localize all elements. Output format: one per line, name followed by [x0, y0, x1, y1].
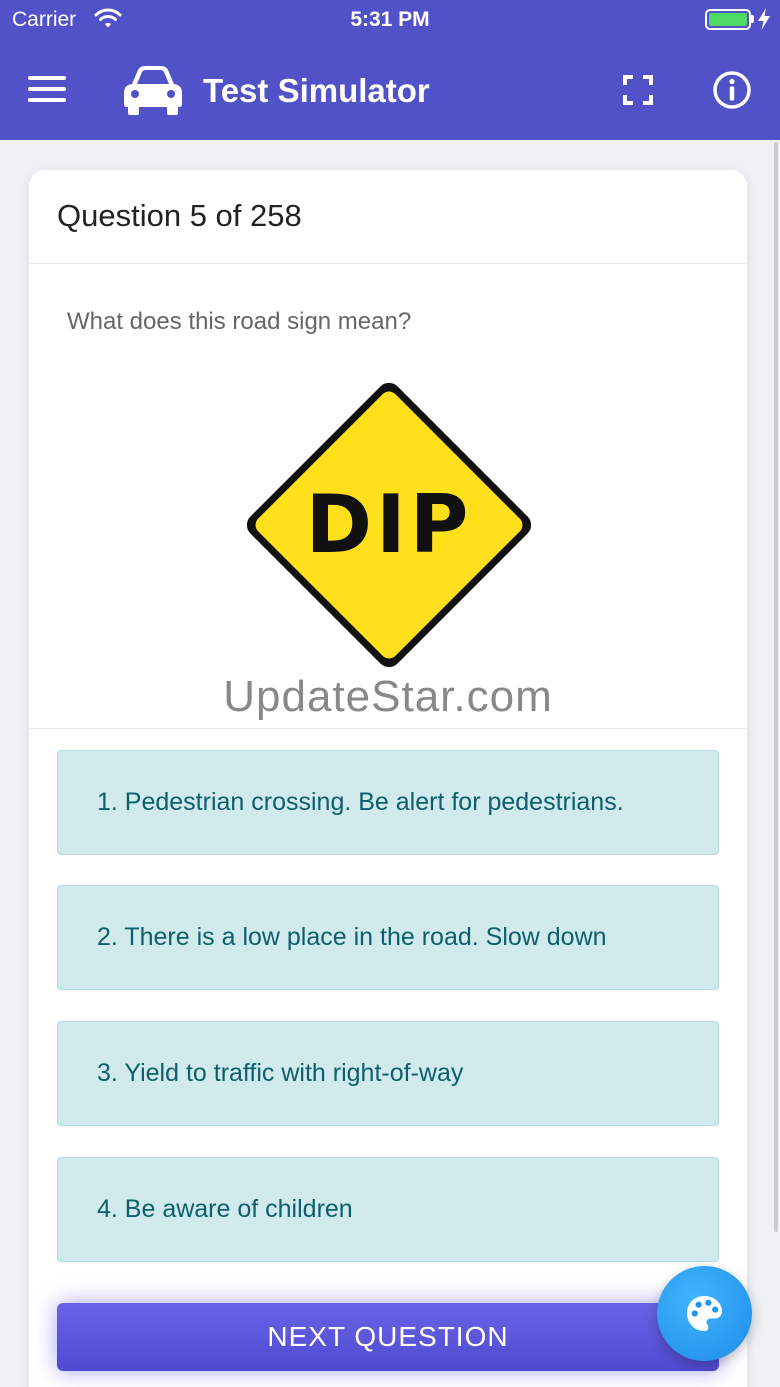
fullscreen-icon[interactable] [622, 74, 654, 106]
question-prompt: What does this road sign mean? [67, 308, 412, 335]
answer-option-2[interactable]: 2. There is a low place in the road. Slo… [57, 885, 719, 990]
status-bar: Carrier 5:31 PM [0, 0, 780, 40]
car-icon [124, 66, 182, 115]
battery-tip [751, 15, 754, 23]
divider [29, 728, 747, 729]
palette-icon [686, 1295, 723, 1332]
app-bar: Test Simulator [0, 40, 780, 140]
info-icon[interactable] [712, 70, 752, 110]
question-counter: Question 5 of 258 [29, 170, 747, 264]
scrollbar[interactable] [774, 142, 778, 1232]
answer-option-1[interactable]: 1. Pedestrian crossing. Be alert for ped… [57, 750, 719, 855]
theme-fab-button[interactable] [657, 1266, 752, 1361]
road-sign-text: DIP [306, 478, 473, 571]
app-title: Test Simulator [203, 72, 430, 109]
next-question-button[interactable]: NEXT QUESTION [57, 1303, 719, 1371]
question-card: Question 5 of 258 What does this road si… [29, 170, 747, 1387]
clock: 5:31 PM [350, 8, 430, 31]
menu-icon[interactable] [28, 76, 66, 104]
road-sign-image: DIP [246, 382, 532, 668]
battery-icon [705, 9, 751, 30]
charging-bolt-icon [758, 8, 770, 30]
watermark: UpdateStar.com [223, 672, 553, 721]
answer-option-4[interactable]: 4. Be aware of children [57, 1157, 719, 1262]
answer-option-3[interactable]: 3. Yield to traffic with right-of-way [57, 1021, 719, 1126]
